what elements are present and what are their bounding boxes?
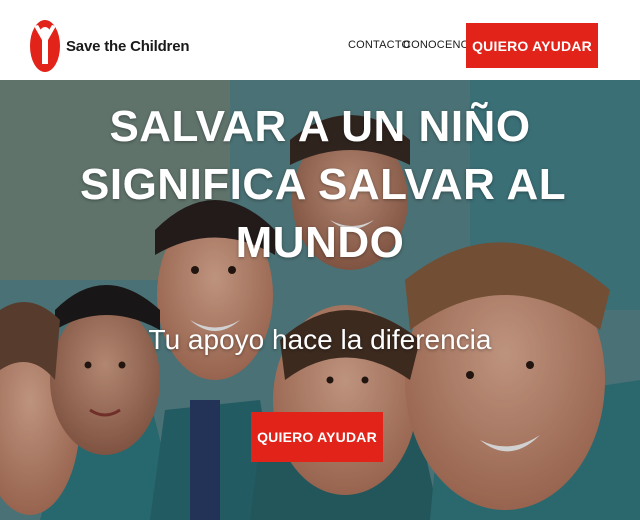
quiero-ayudar-hero-button[interactable]: QUIERO AYUDAR (251, 412, 383, 462)
child-figure-icon (30, 20, 60, 72)
hero-section: SALVAR A UN NIÑO SIGNIFICA SALVAR AL MUN… (0, 80, 640, 520)
logo-text: Save the Children (66, 37, 190, 55)
hero-title-line2: SIGNIFICA SALVAR AL (80, 160, 567, 209)
hero-title-line1: SALVAR A UN NIÑO (80, 98, 560, 156)
site-header: Save the Children CONTACTO CONOCENOS QUI… (0, 0, 640, 80)
quiero-ayudar-header-button[interactable]: QUIERO AYUDAR (466, 23, 598, 68)
hero-title-line1-plain: SALVAR A UN (109, 102, 419, 151)
hero-title-line1-bold: NIÑO (418, 102, 531, 151)
hero-title-line3-bold: MUNDO (235, 218, 405, 267)
hero-title-line3: MUNDO (80, 214, 560, 272)
hero-subtitle: Tu apoyo hace la diferencia (148, 324, 492, 355)
hero-title: SALVAR A UN NIÑO SIGNIFICA SALVAR AL MUN… (80, 98, 567, 272)
nav-contacto[interactable]: CONTACTO (348, 39, 410, 51)
save-the-children-logo[interactable]: Save the Children (30, 19, 190, 73)
